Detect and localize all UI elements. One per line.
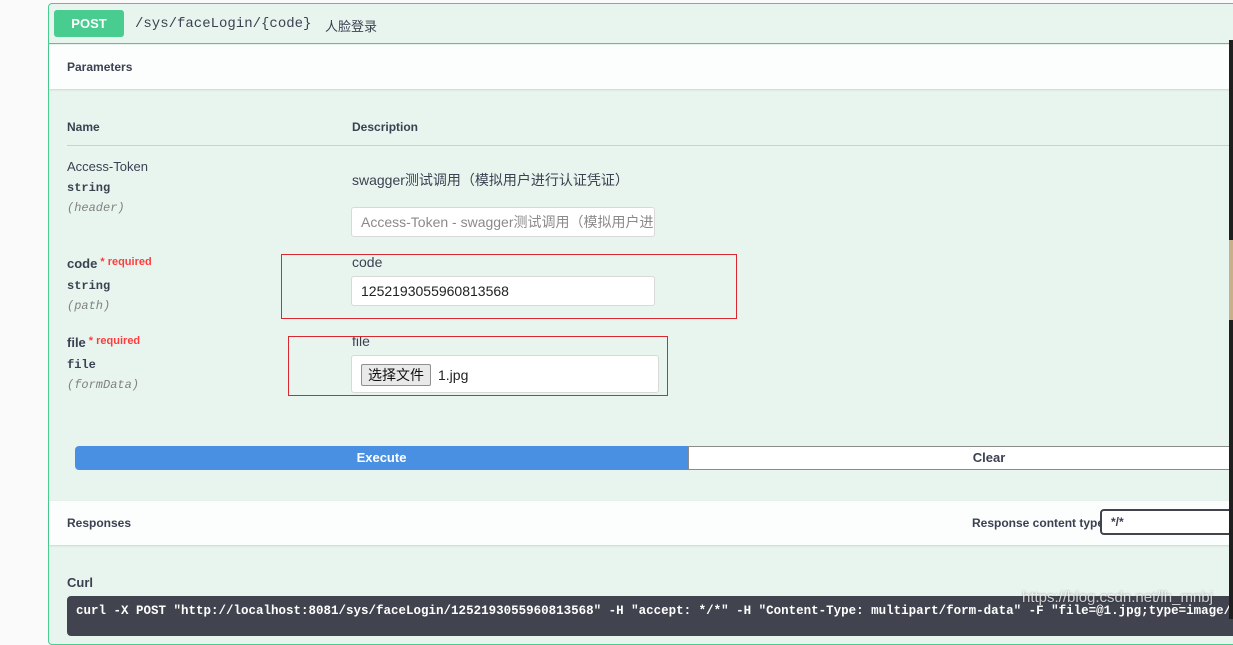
curl-label: Curl <box>67 575 93 590</box>
required-marker-file: * required <box>88 335 141 347</box>
param-name-code-text: code <box>67 256 98 271</box>
parameters-title: Parameters <box>67 60 133 74</box>
param-name-access-token: Access-Token <box>67 159 148 174</box>
operation-summary-text: 人脸登录 <box>325 19 378 34</box>
param-name-file-text: file <box>67 335 86 350</box>
highlight-box-code <box>281 254 737 319</box>
param-type-file: file <box>67 358 96 372</box>
param-type-code: string <box>67 279 111 293</box>
parameters-header: Parameters <box>49 45 1233 89</box>
operation-block: POST /sys/faceLogin/{code} 人脸登录 Paramete… <box>48 3 1233 645</box>
highlight-box-file <box>288 336 668 396</box>
window-edge-accent <box>1229 240 1233 320</box>
curl-command: curl -X POST "http://localhost:8081/sys/… <box>76 604 1233 618</box>
param-in-access-token: (header) <box>67 201 125 215</box>
required-label-file: required <box>96 335 141 347</box>
column-description-header: Description <box>352 120 419 134</box>
required-label-code: required <box>107 256 152 268</box>
responses-header: Responses Response content type */* <box>49 501 1233 545</box>
param-name-code: code * required <box>67 256 152 271</box>
method-badge: POST <box>54 10 124 37</box>
param-in-code: (path) <box>67 299 111 313</box>
execute-button[interactable]: Execute <box>75 446 688 470</box>
response-content-type-select[interactable]: */* <box>1100 509 1233 535</box>
param-name-file: file * required <box>67 335 140 350</box>
required-marker-code: * required <box>100 256 152 268</box>
column-name-header: Name <box>67 120 100 134</box>
param-type-access-token: string <box>67 181 111 195</box>
clear-button[interactable]: Clear <box>688 446 1233 470</box>
operation-summary[interactable]: POST /sys/faceLogin/{code} 人脸登录 <box>49 4 1233 44</box>
header-divider <box>67 145 1233 146</box>
watermark: https://blog.csdn.net/lh_mnbj <box>1022 589 1213 606</box>
operation-path: /sys/faceLogin/{code} <box>135 16 312 32</box>
access-token-input[interactable]: Access-Token - swagger测试调用（模拟用户进行认证凭证） <box>351 207 655 237</box>
window-edge-strip <box>1229 40 1233 619</box>
responses-title: Responses <box>67 516 132 530</box>
response-content-type-label: Response content type <box>972 516 1105 530</box>
param-in-file: (formData) <box>67 378 140 392</box>
param-description-access-token: swagger测试调用（模拟用户进行认证凭证） <box>352 172 629 188</box>
